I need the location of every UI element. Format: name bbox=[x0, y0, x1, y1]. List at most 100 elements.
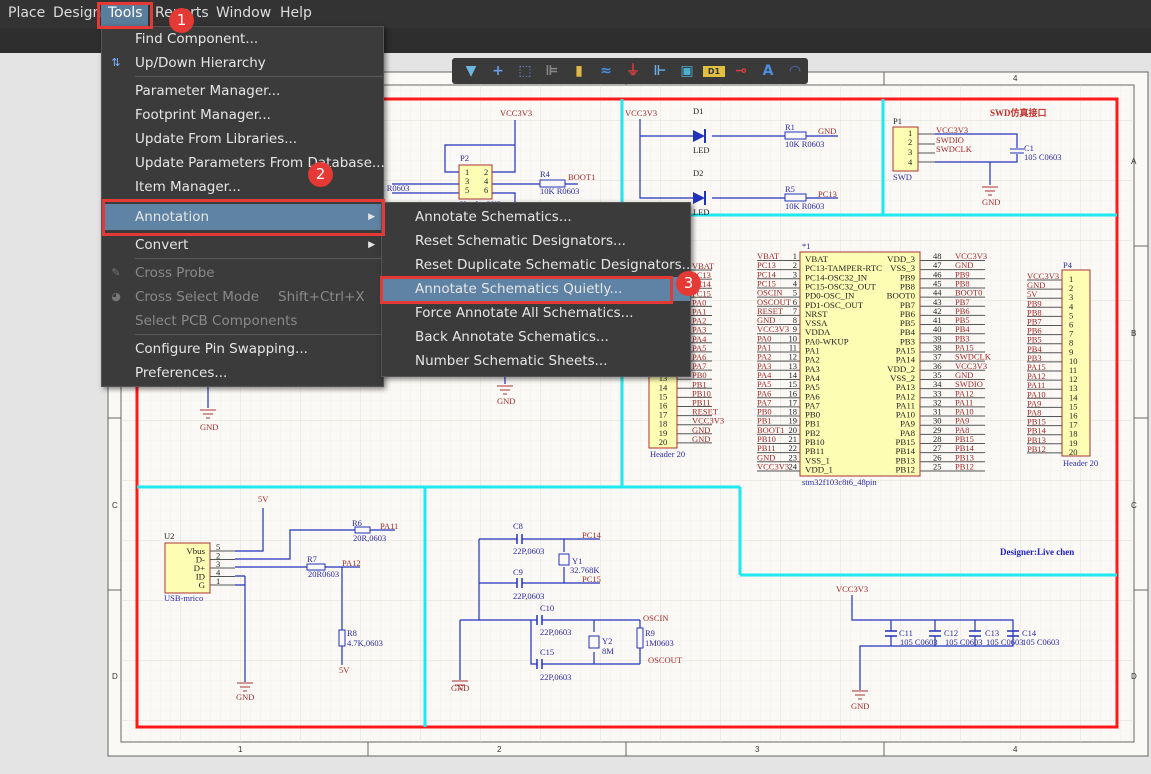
menu-item-up-down-hierarchy[interactable]: ⇅ Up/Down Hierarchy bbox=[102, 51, 383, 75]
crosshair-icon[interactable]: + bbox=[487, 61, 509, 81]
zone-row-d: D bbox=[1131, 672, 1137, 681]
designer-label: Designer:Live chen bbox=[1000, 547, 1074, 557]
port-icon[interactable]: D1 bbox=[703, 65, 725, 77]
menu-item-label: Update Parameters From Database... bbox=[135, 155, 385, 171]
svg-text:4.7K,0603: 4.7K,0603 bbox=[347, 638, 383, 648]
part-icon[interactable]: ▮ bbox=[568, 61, 590, 81]
net-vcc3v3: VCC3V3 bbox=[500, 108, 532, 118]
svg-text:PC14: PC14 bbox=[582, 530, 602, 540]
menu-item-update-from-libraries[interactable]: Update From Libraries... bbox=[102, 127, 383, 151]
menu-item-number-schematic-sheets[interactable]: Number Schematic Sheets... bbox=[382, 349, 690, 373]
menu-item-item-manager[interactable]: Item Manager... bbox=[102, 175, 383, 199]
cross-select-mode-icon: ◕ bbox=[111, 290, 121, 303]
svg-text:10K R0603: 10K R0603 bbox=[540, 186, 579, 196]
svg-text:P1: P1 bbox=[893, 116, 902, 126]
p4-pin-number: 20 bbox=[1069, 447, 1078, 457]
callout-badge-3: 3 bbox=[676, 271, 701, 296]
d1-ref: D1 bbox=[693, 106, 703, 116]
menu-item-cross-probe[interactable]: ✎ Cross Probe bbox=[102, 261, 383, 285]
select-rect-icon[interactable]: ⬚ bbox=[514, 61, 536, 81]
directive-icon[interactable]: ⊸ bbox=[730, 61, 752, 81]
svg-text:3: 3 bbox=[908, 147, 912, 157]
callout-box-annotation bbox=[102, 199, 385, 236]
zone-row-b: B bbox=[1131, 329, 1136, 338]
net-boot1: BOOT1 bbox=[568, 172, 595, 182]
menu-item-footprint-manager[interactable]: Footprint Manager... bbox=[102, 103, 383, 127]
svg-text:VCC3V3: VCC3V3 bbox=[625, 108, 657, 118]
text-icon[interactable]: A bbox=[757, 61, 779, 81]
menu-item-parameter-manager[interactable]: Parameter Manager... bbox=[102, 79, 383, 103]
svg-text:R8: R8 bbox=[347, 628, 357, 638]
svg-text:stm32f103c8t6_48pin: stm32f103c8t6_48pin bbox=[802, 477, 877, 487]
svg-text:LED: LED bbox=[693, 145, 710, 155]
menu-item-annotate-schematics[interactable]: Annotate Schematics... bbox=[382, 205, 690, 229]
menu-item-reset-schematic-designators[interactable]: Reset Schematic Designators... bbox=[382, 229, 690, 253]
svg-text:20R,0603: 20R,0603 bbox=[353, 533, 386, 543]
menu-item-back-annotate-schematics[interactable]: Back Annotate Schematics... bbox=[382, 325, 690, 349]
svg-text:C9: C9 bbox=[513, 567, 523, 577]
svg-text:2: 2 bbox=[908, 137, 912, 147]
mcu-net-label: VCC3V3 bbox=[757, 461, 789, 471]
menu-item-label: Item Manager... bbox=[135, 179, 241, 195]
svg-text:8M: 8M bbox=[602, 646, 614, 656]
menu-item-select-pcb-components[interactable]: Select PCB Components bbox=[102, 309, 383, 333]
menu-separator bbox=[135, 334, 383, 335]
up-down-hierarchy-icon: ⇅ bbox=[111, 56, 121, 69]
menu-item-force-annotate-all-schematics[interactable]: Force Annotate All Schematics... bbox=[382, 301, 690, 325]
active-bar-toolbar: ▼ + ⬚ ⊫ ▮ ≈ ⏚ ⊩ ▣ D1 ⊸ A ◠ bbox=[452, 58, 808, 84]
zone-col-1-bottom: 1 bbox=[238, 745, 243, 754]
svg-text:5: 5 bbox=[465, 185, 469, 195]
menu-item-cross-select-mode[interactable]: ◕ Cross Select Mode Shift+Ctrl+X bbox=[102, 285, 383, 309]
arc-icon[interactable]: ◠ bbox=[784, 61, 806, 81]
menu-item-label: Up/Down Hierarchy bbox=[135, 55, 266, 71]
menu-item-label: Footprint Manager... bbox=[135, 107, 271, 123]
shortcut-label: Shift+Ctrl+X bbox=[278, 289, 365, 305]
callout-box-quietly bbox=[380, 276, 673, 304]
mcu-stm32: *1 stm32f103c8t6_48pin VBAT 1 VBATPC13 2 PC1… bbox=[757, 241, 992, 487]
svg-text:Y2: Y2 bbox=[602, 636, 612, 646]
menu-item-update-parameters-from-database[interactable]: Update Parameters From Database... bbox=[102, 151, 385, 175]
svg-text:105 C0603: 105 C0603 bbox=[1022, 637, 1060, 647]
menu-item-reset-duplicate-schematic-designators[interactable]: Reset Duplicate Schematic Designators... bbox=[382, 253, 695, 277]
cross-probe-icon: ✎ bbox=[111, 266, 121, 279]
zone-col-4: 4 bbox=[1013, 74, 1018, 83]
menu-item-label: Reset Schematic Designators... bbox=[415, 233, 626, 249]
gnd-label: GND bbox=[200, 422, 218, 432]
menu-item-label: Back Annotate Schematics... bbox=[415, 329, 609, 345]
menu-item-label: Force Annotate All Schematics... bbox=[415, 305, 634, 321]
svg-text:USB-mrico: USB-mrico bbox=[164, 593, 203, 603]
menu-item-preferences[interactable]: Preferences... bbox=[102, 361, 383, 385]
callout-box-tools bbox=[97, 2, 153, 29]
menu-item-convert[interactable]: Convert ▶ bbox=[102, 233, 383, 257]
power-port-icon[interactable]: ⏚ bbox=[622, 61, 644, 81]
zone-row-d-left: D bbox=[112, 672, 118, 681]
svg-text:6: 6 bbox=[484, 185, 488, 195]
sheet-symbol-icon[interactable]: ▣ bbox=[676, 61, 698, 81]
mcu-net-label: PB12 bbox=[955, 461, 974, 471]
svg-text:R1: R1 bbox=[785, 122, 795, 132]
menu-item-label: Preferences... bbox=[135, 365, 228, 381]
align-icon[interactable]: ⊫ bbox=[541, 61, 563, 81]
zone-col-3-bottom: 3 bbox=[755, 745, 760, 754]
svg-text:105 C0603: 105 C0603 bbox=[1024, 152, 1062, 162]
svg-text:VCC3V3: VCC3V3 bbox=[836, 584, 868, 594]
menu-item-find-component[interactable]: Find Component... bbox=[102, 27, 383, 51]
svg-text:GND: GND bbox=[451, 683, 469, 693]
svg-text:C15: C15 bbox=[540, 647, 554, 657]
menu-item-configure-pin-swapping[interactable]: Configure Pin Swapping... bbox=[102, 337, 383, 361]
menu-item-label: Select PCB Components bbox=[135, 313, 298, 329]
zone-row-c-left: C bbox=[112, 501, 118, 510]
wire-icon[interactable]: ≈ bbox=[595, 61, 617, 81]
svg-text:PC13: PC13 bbox=[818, 189, 837, 199]
svg-text:U2: U2 bbox=[164, 531, 174, 541]
filter-icon[interactable]: ▼ bbox=[460, 61, 482, 81]
svg-text:5V: 5V bbox=[258, 494, 269, 504]
svg-text:105 C0603: 105 C0603 bbox=[945, 637, 983, 647]
svg-text:105 C0603: 105 C0603 bbox=[986, 637, 1024, 647]
mcu-pin-number: 25 bbox=[933, 461, 942, 471]
svg-text:22P,0603: 22P,0603 bbox=[513, 546, 544, 556]
svg-text:5V: 5V bbox=[339, 665, 350, 675]
menu-item-label: Convert bbox=[135, 237, 189, 253]
svg-text:105 C0603: 105 C0603 bbox=[900, 637, 938, 647]
harness-icon[interactable]: ⊩ bbox=[649, 61, 671, 81]
